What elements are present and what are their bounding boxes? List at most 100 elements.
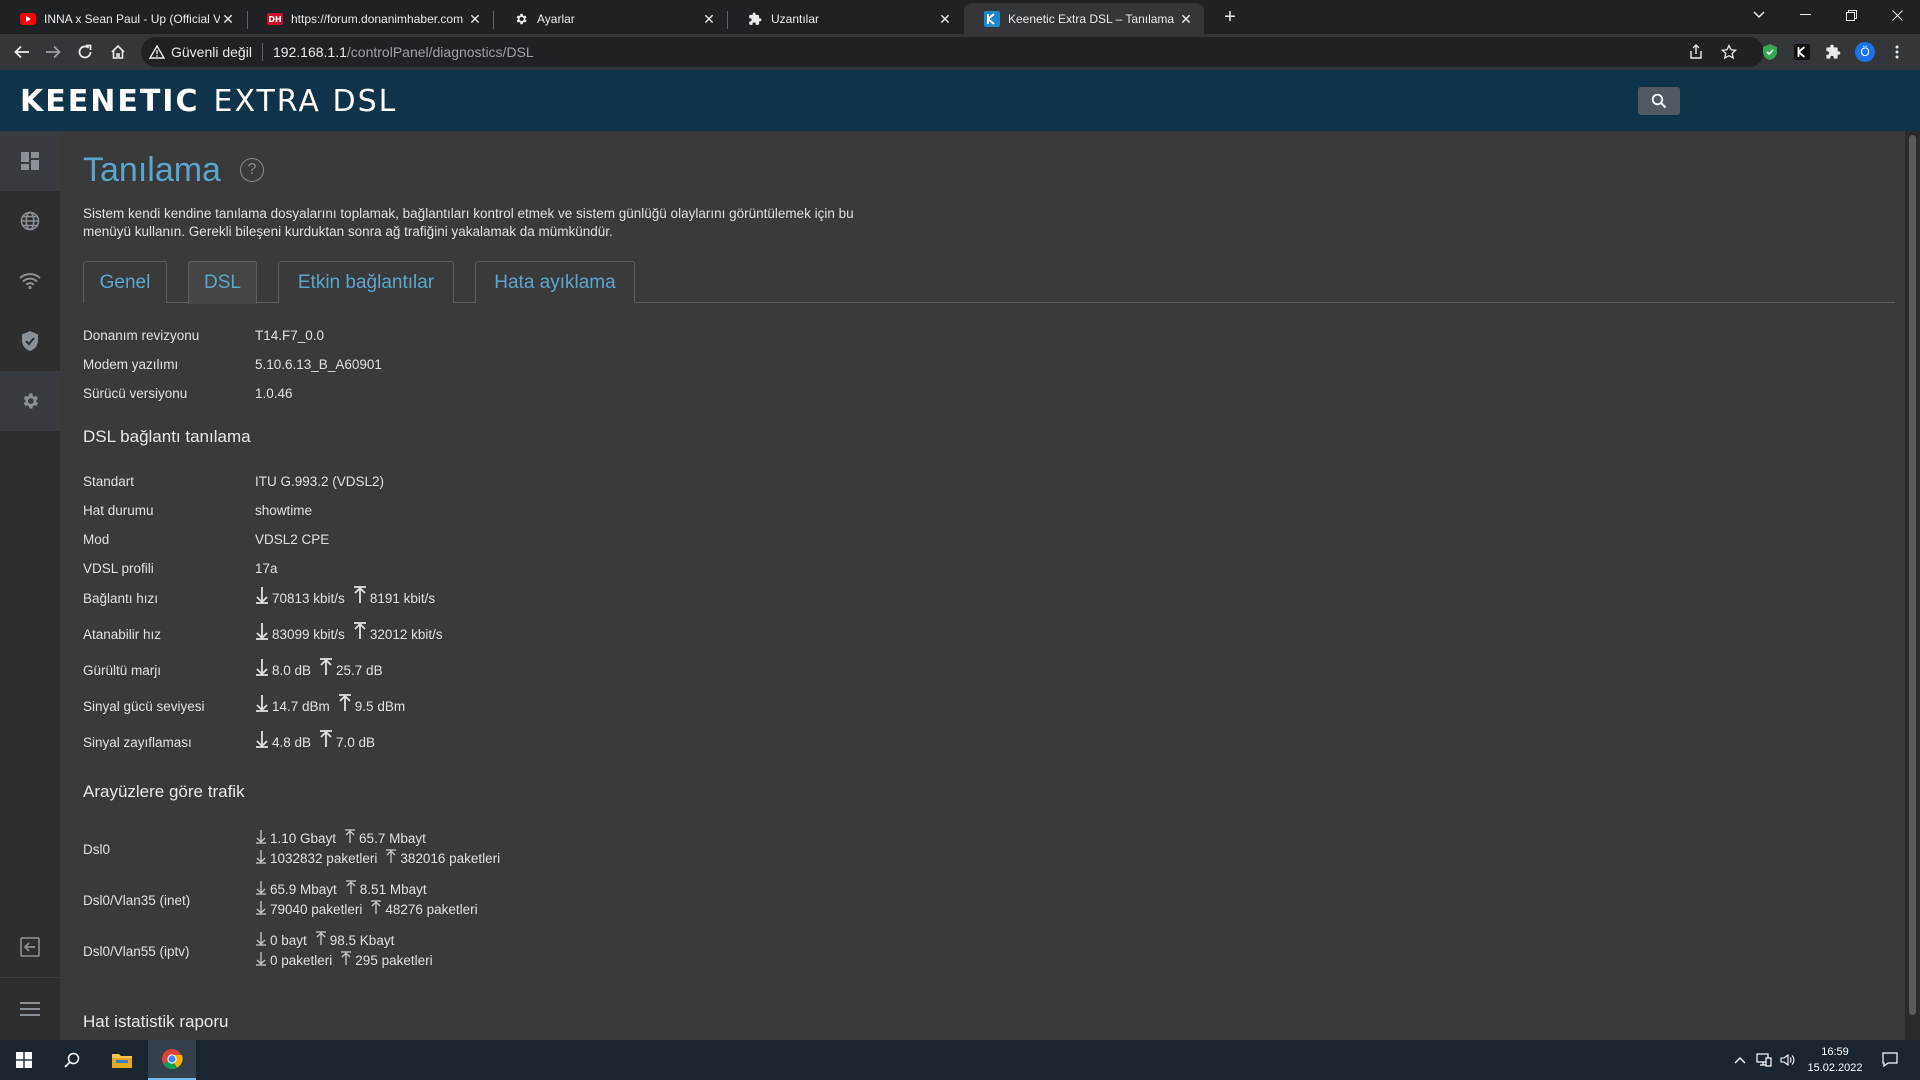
metric-label: Gürültü marjı — [83, 662, 162, 678]
sidebar-item-dashboard[interactable] — [0, 131, 60, 191]
restore-button[interactable] — [1828, 0, 1874, 30]
tab-search-chevron-icon[interactable] — [1736, 0, 1782, 30]
taskbar-search-button[interactable] — [48, 1040, 96, 1080]
system-clock[interactable]: 16:59 15.02.2022 — [1800, 1044, 1870, 1076]
browser-tab-youtube[interactable]: INNA x Sean Paul - Up (Official V ✕ — [0, 3, 246, 34]
search-button[interactable] — [1638, 87, 1680, 115]
download-arrow-icon — [255, 829, 267, 844]
info-label: Sürücü versiyonu — [83, 386, 188, 401]
logout-button[interactable] — [0, 917, 60, 977]
close-icon[interactable]: ✕ — [937, 11, 953, 27]
page-description: Sistem kendi kendine tanılama dosyaların… — [83, 206, 854, 239]
forward-button[interactable] — [40, 39, 66, 65]
upload-arrow-icon — [353, 586, 367, 604]
sidebar-item-security[interactable] — [0, 311, 60, 371]
metric-label: Atanabilir hız — [83, 626, 162, 642]
shield-extension-icon[interactable] — [1760, 42, 1780, 62]
security-label[interactable]: Güvenli değil — [171, 44, 252, 60]
close-window-button[interactable] — [1874, 0, 1920, 30]
browser-tab-donanimhaber[interactable]: DH https://forum.donanimhaber.com ✕ — [247, 3, 493, 34]
sidebar-item-settings[interactable] — [0, 371, 60, 431]
taskbar-file-explorer[interactable] — [98, 1040, 146, 1080]
folder-icon — [111, 1051, 133, 1069]
tab-title: INNA x Sean Paul - Up (Official V — [44, 11, 220, 26]
k-extension-icon[interactable] — [1792, 42, 1812, 62]
info-label: VDSL profili — [83, 561, 154, 576]
close-icon[interactable]: ✕ — [701, 11, 717, 27]
close-icon[interactable]: ✕ — [220, 11, 236, 27]
new-tab-button[interactable]: + — [1216, 4, 1244, 32]
browser-menu-icon[interactable] — [1887, 42, 1907, 62]
upload-arrow-icon — [385, 849, 397, 864]
svg-text:DH: DH — [268, 15, 281, 24]
network-icon[interactable] — [1752, 1040, 1776, 1080]
traffic-down-packets: 1032832 paketleri — [270, 851, 378, 866]
help-icon[interactable]: ? — [240, 158, 264, 182]
upload-arrow-icon — [353, 622, 367, 640]
app-logo[interactable]: KEENETIC EXTRA DSL — [20, 84, 397, 119]
info-label: Modem yazılımı — [83, 357, 179, 372]
sidebar-divider — [0, 977, 60, 978]
browser-tab-keenetic[interactable]: Keenetic Extra DSL – Tanılama ✕ — [964, 3, 1204, 34]
extensions-puzzle-icon[interactable] — [1823, 42, 1843, 62]
url-path: /controlPanel/diagnostics/DSL — [346, 44, 534, 60]
metric-up-value: 32012 kbit/s — [369, 626, 443, 642]
browser-tab-extensions[interactable]: Uzantılar ✕ — [727, 3, 963, 34]
section-title-dsl-diagnostics: DSL bağlantı tanılama — [83, 427, 251, 446]
metric-down-value: 8.0 dB — [272, 662, 312, 678]
info-label: Hat durumu — [83, 503, 154, 518]
page-title: Tanılama — [83, 151, 221, 189]
metric-down-value: 14.7 dBm — [272, 698, 330, 714]
info-label: Donanım revizyonu — [83, 328, 200, 343]
start-button[interactable] — [0, 1040, 48, 1080]
info-row-standard: Standart ITU G.993.2 (VDSL2) — [83, 474, 384, 489]
tab-dsl[interactable]: DSL — [188, 261, 257, 304]
tab-title: Ayarlar — [537, 11, 575, 26]
taskbar-chrome[interactable] — [148, 1040, 196, 1080]
gear-icon — [20, 391, 40, 411]
info-value: showtime — [255, 503, 313, 518]
url-host: 192.168.1.1 — [272, 44, 347, 60]
warning-icon[interactable] — [149, 45, 165, 59]
main-scrollbar[interactable] — [1905, 131, 1920, 1040]
notification-center-icon[interactable] — [1870, 1040, 1910, 1080]
scrollbar-thumb[interactable] — [1909, 135, 1916, 1015]
volume-icon[interactable] — [1776, 1040, 1800, 1080]
metric-label: Sinyal gücü seviyesi — [83, 698, 205, 714]
reload-button[interactable] — [72, 39, 98, 65]
sidebar-item-wifi[interactable] — [0, 251, 60, 311]
hamburger-icon — [20, 1002, 40, 1016]
clock-time: 16:59 — [1821, 1046, 1849, 1058]
info-value: 5.10.6.13_B_A60901 — [255, 357, 382, 372]
metric-row-attainable-speed: Atanabilir hız 83099 kbit/s 32012 kbit/s — [83, 622, 443, 643]
profile-avatar[interactable]: Ö — [1855, 42, 1875, 62]
close-icon[interactable]: ✕ — [1178, 11, 1194, 27]
download-arrow-icon — [255, 880, 267, 895]
metric-down-value: 4.8 dB — [272, 734, 312, 750]
close-icon[interactable]: ✕ — [467, 11, 483, 27]
back-button[interactable] — [9, 39, 35, 65]
traffic-up-packets: 382016 paketleri — [400, 851, 501, 866]
traffic-up-packets: 295 paketleri — [355, 953, 433, 968]
browser-tab-settings[interactable]: Ayarlar ✕ — [493, 3, 727, 34]
menu-toggle-button[interactable] — [0, 979, 60, 1039]
download-arrow-icon — [255, 931, 267, 946]
upload-arrow-icon — [344, 829, 356, 844]
tab-general[interactable]: Genel — [83, 261, 167, 303]
section-title-line-report: Hat istatistik raporu — [83, 1012, 229, 1031]
share-icon[interactable] — [1685, 41, 1707, 63]
tab-title: Uzantılar — [771, 11, 820, 26]
metric-row-connection-speed: Bağlantı hızı 70813 kbit/s 8191 kbit/s — [83, 586, 435, 607]
metric-row-noise-margin: Gürültü marjı 8.0 dB 25.7 dB — [83, 658, 383, 679]
tab-title: Keenetic Extra DSL – Tanılama — [1008, 11, 1175, 26]
bookmark-star-icon[interactable] — [1718, 41, 1740, 63]
app-header: KEENETIC EXTRA DSL — [0, 70, 1920, 131]
home-button[interactable] — [105, 39, 131, 65]
minimize-button[interactable] — [1782, 0, 1828, 30]
tab-debug[interactable]: Hata ayıklama — [475, 261, 635, 303]
tray-overflow-chevron-icon[interactable] — [1728, 1040, 1752, 1080]
metric-row-signal-power: Sinyal gücü seviyesi 14.7 dBm 9.5 dBm — [83, 694, 405, 715]
tab-active-connections[interactable]: Etkin bağlantılar — [278, 261, 454, 303]
sidebar-item-internet[interactable] — [0, 191, 60, 251]
address-bar[interactable]: Güvenli değil 192.168.1.1 /controlPanel/… — [141, 37, 1764, 67]
